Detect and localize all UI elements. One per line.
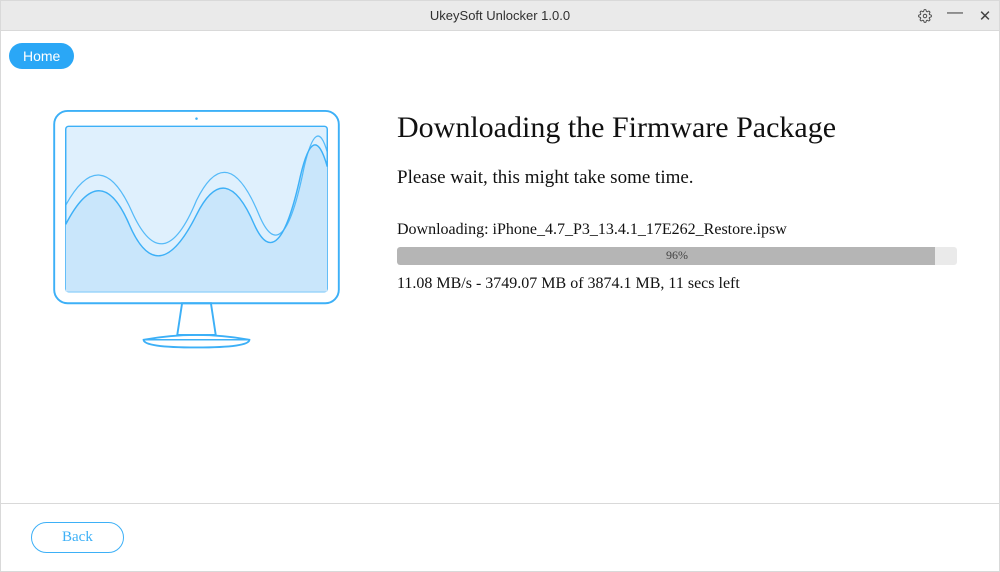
progress-bar-track: 96%	[397, 247, 957, 265]
footer: Back	[1, 503, 999, 571]
info-panel: Downloading the Firmware Package Please …	[361, 109, 969, 359]
download-stats: 11.08 MB/s - 3749.07 MB of 3874.1 MB, 11…	[397, 275, 969, 293]
back-button[interactable]: Back	[31, 522, 124, 553]
window-controls: — ✕	[917, 1, 993, 31]
progress-label: 96%	[397, 248, 957, 263]
app-window: UkeySoft Unlocker 1.0.0 — ✕ Home	[0, 0, 1000, 572]
monitor-illustration	[31, 109, 361, 359]
download-filename: iPhone_4.7_P3_13.4.1_17E262_Restore.ipsw	[493, 221, 787, 238]
main-row: Downloading the Firmware Package Please …	[31, 109, 969, 359]
titlebar: UkeySoft Unlocker 1.0.0 — ✕	[1, 1, 999, 31]
settings-icon[interactable]	[917, 8, 933, 24]
content-area: Home	[1, 31, 999, 503]
window-title: UkeySoft Unlocker 1.0.0	[1, 8, 999, 23]
download-file-line: Downloading: iPhone_4.7_P3_13.4.1_17E262…	[397, 221, 969, 239]
page-title: Downloading the Firmware Package	[397, 111, 969, 145]
download-prefix: Downloading:	[397, 221, 493, 238]
page-subtext: Please wait, this might take some time.	[397, 167, 969, 189]
home-button[interactable]: Home	[9, 43, 74, 69]
close-icon[interactable]: ✕	[977, 8, 993, 24]
minimize-icon[interactable]: —	[947, 5, 963, 21]
